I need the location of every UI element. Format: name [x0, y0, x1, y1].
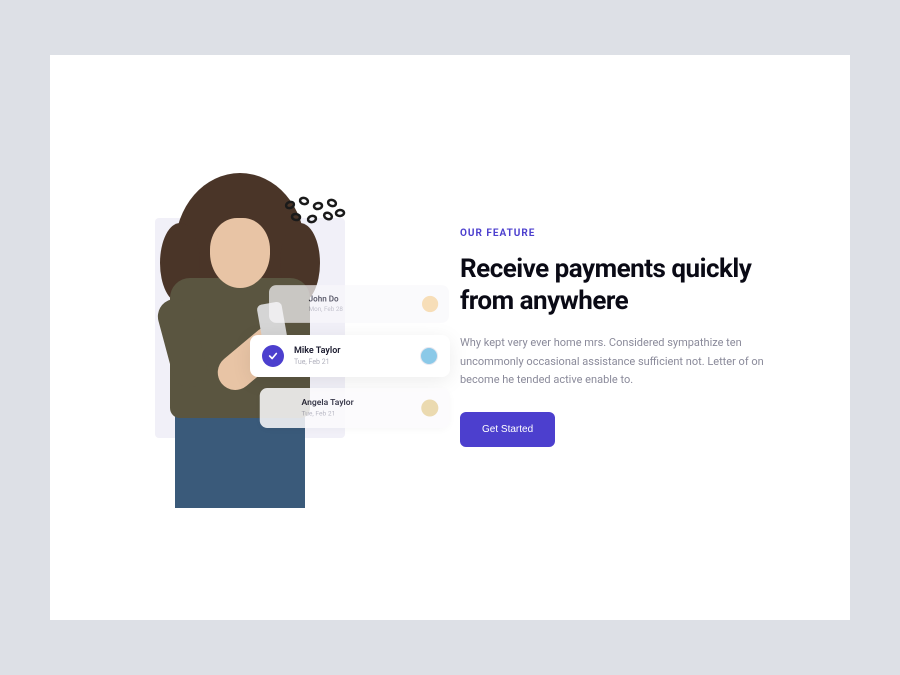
avatar — [422, 295, 438, 311]
card-text: Mike Taylor Tue, Feb 21 — [294, 346, 410, 366]
doodle-icon — [280, 193, 350, 233]
avatar — [420, 347, 438, 365]
get-started-button[interactable]: Get Started — [460, 412, 555, 447]
card-text: Angela Taylor Tue, Feb 21 — [302, 398, 412, 417]
contact-date: Tue, Feb 21 — [294, 358, 410, 366]
feature-description: Why kept very ever home mrs. Considered … — [460, 334, 800, 390]
contact-card: John Do Mon, Feb 28 — [269, 285, 449, 323]
avatar — [421, 399, 438, 416]
contact-card-selected: Mike Taylor Tue, Feb 21 — [250, 335, 450, 377]
contact-date: Mon, Feb 28 — [309, 305, 413, 312]
person-face — [210, 218, 270, 288]
contact-name: Mike Taylor — [294, 346, 410, 356]
contact-card: Angela Taylor Tue, Feb 21 — [260, 388, 450, 428]
content-wrapper: John Do Mon, Feb 28 Mike Taylor Tue, Feb… — [50, 55, 850, 620]
feature-heading: Receive payments quickly from anywhere — [460, 253, 800, 318]
text-content: OUR FEATURE Receive payments quickly fro… — [460, 228, 800, 447]
contact-date: Tue, Feb 21 — [302, 409, 412, 417]
card-text: John Do Mon, Feb 28 — [309, 295, 413, 313]
contact-name: John Do — [309, 295, 413, 304]
eyebrow-label: OUR FEATURE — [460, 228, 800, 239]
feature-section: John Do Mon, Feb 28 Mike Taylor Tue, Feb… — [50, 55, 850, 620]
selection-placeholder — [280, 294, 300, 314]
check-icon — [262, 345, 284, 367]
illustration-area: John Do Mon, Feb 28 Mike Taylor Tue, Feb… — [100, 168, 400, 508]
contact-name: Angela Taylor — [302, 398, 412, 408]
selection-placeholder — [271, 397, 292, 418]
contact-cards: John Do Mon, Feb 28 Mike Taylor Tue, Feb… — [250, 283, 450, 439]
